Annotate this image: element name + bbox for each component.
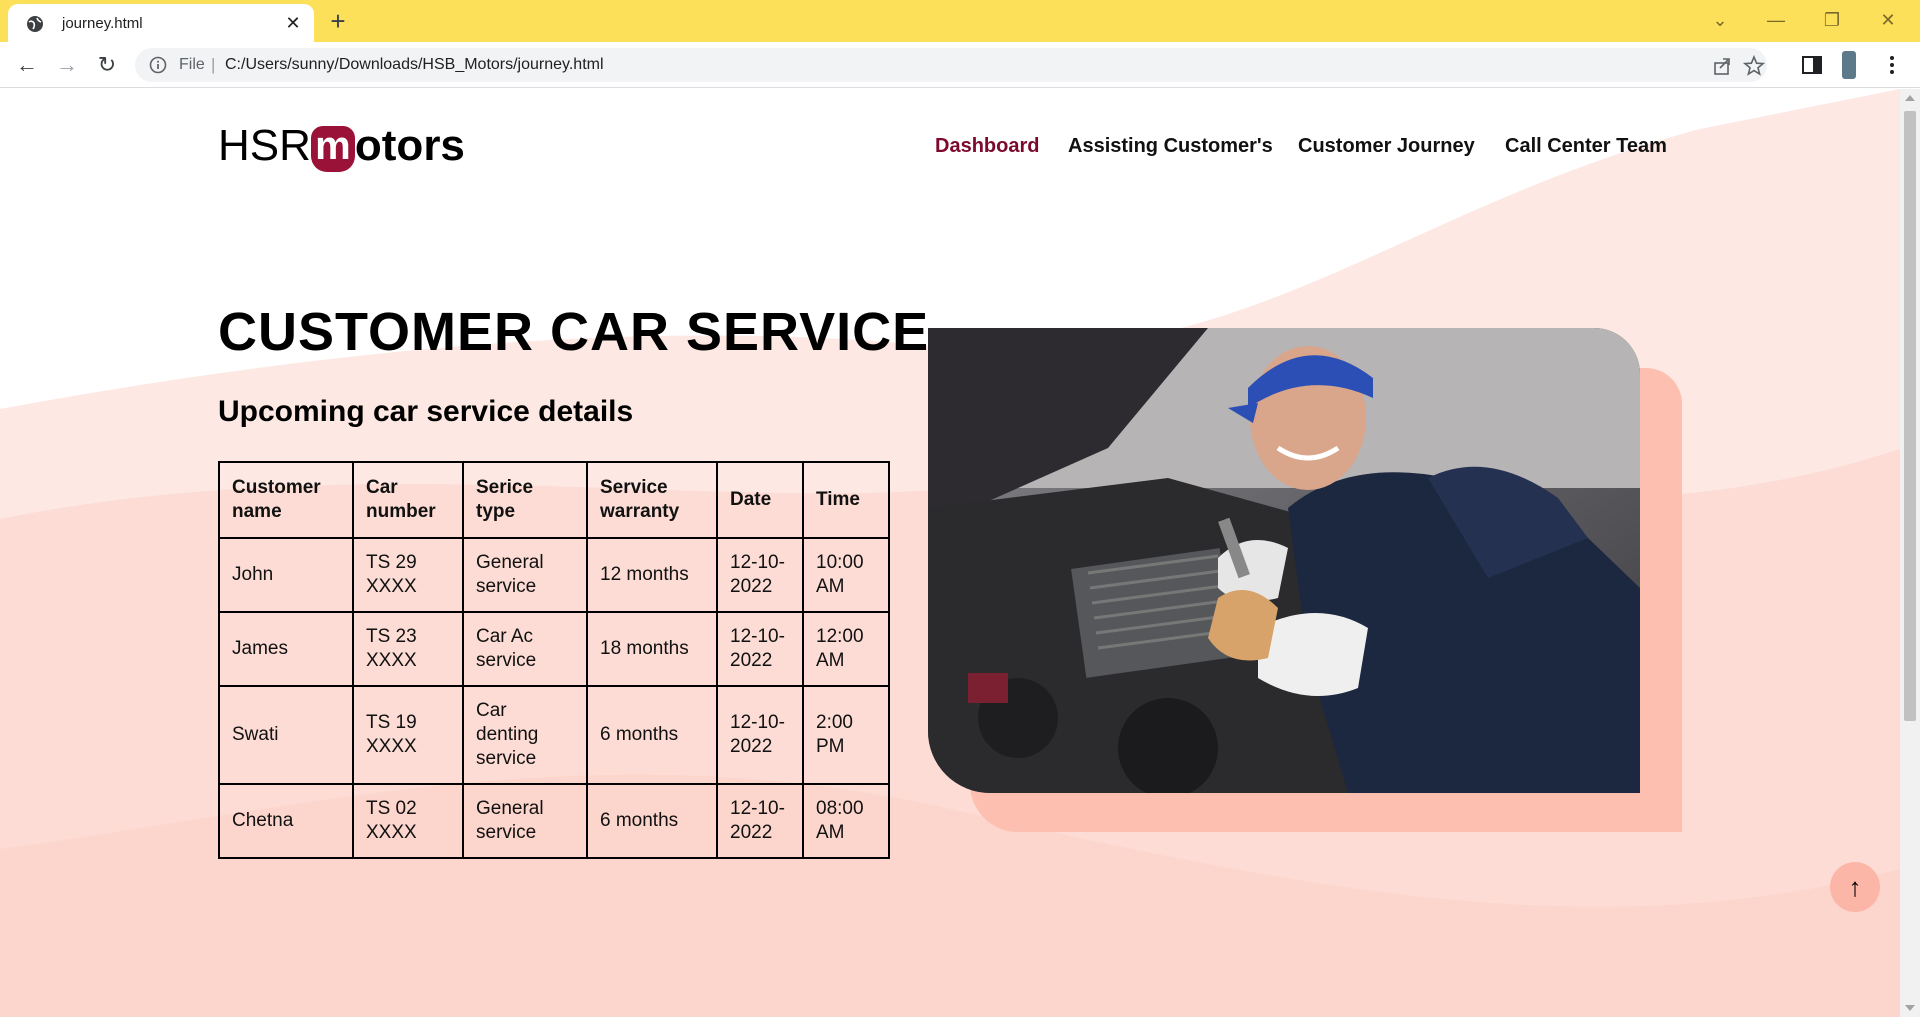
reload-button[interactable]: ↻	[92, 50, 122, 80]
logo-prefix: HSR	[218, 121, 311, 170]
service-table: Customer name Car number Serice type Ser…	[218, 461, 890, 859]
profile-avatar[interactable]	[1842, 51, 1856, 79]
cell-date: 12-10-2022	[716, 685, 804, 785]
page-title: CUSTOMER CAR SERVICE	[218, 302, 930, 362]
cell-service-type: General service	[462, 783, 588, 859]
hsr-motors-logo[interactable]: HSR motors	[218, 121, 465, 172]
cell-time: 2:00 PM	[802, 685, 890, 785]
close-tab-icon[interactable]: ✕	[282, 12, 304, 34]
arrow-up-icon: ↑	[1848, 872, 1862, 902]
cell-warranty: 18 months	[586, 611, 718, 687]
col-time: Time	[802, 461, 890, 539]
scroll-down-icon[interactable]	[1905, 1005, 1915, 1011]
cell-customer: Chetna	[218, 783, 354, 859]
cell-car-number: TS 23 XXXX	[352, 611, 464, 687]
col-service-type: Serice type	[462, 461, 588, 539]
cell-car-number: TS 19 XXXX	[352, 685, 464, 785]
browser-tab-strip: journey.html ✕ + ⌄ — ❐ ✕	[0, 0, 1920, 42]
url-text[interactable]: C:/Users/sunny/Downloads/HSB_Motors/jour…	[225, 56, 604, 74]
nav-call-center-team[interactable]: Call Center Team	[1505, 135, 1667, 158]
logo-mark: m	[310, 126, 355, 172]
url-scheme: File	[179, 56, 205, 73]
cell-warranty: 6 months	[586, 783, 718, 859]
cell-time: 12:00 AM	[802, 611, 890, 687]
table-row: James TS 23 XXXX Car Ac service 18 month…	[218, 611, 890, 687]
cell-date: 12-10-2022	[716, 611, 804, 687]
logo-suffix: otors	[354, 121, 465, 170]
cell-service-type: General service	[462, 537, 588, 613]
col-car-number: Car number	[352, 461, 464, 539]
minimize-button[interactable]: —	[1762, 7, 1790, 33]
nav-dashboard[interactable]: Dashboard	[935, 135, 1039, 158]
table-row: John TS 29 XXXX General service 12 month…	[218, 537, 890, 613]
forward-button[interactable]: →	[52, 50, 82, 80]
restore-button[interactable]: ❐	[1818, 7, 1846, 33]
page-viewport: HSR motors Dashboard Assisting Customer's…	[0, 89, 1900, 1017]
url-separator: |	[211, 55, 216, 74]
cell-time: 08:00 AM	[802, 783, 890, 859]
globe-icon	[27, 16, 43, 32]
browser-toolbar: ← → ↻ File | C:/Users/sunny/Downloads/HS…	[0, 42, 1920, 88]
info-icon[interactable]	[149, 56, 167, 74]
tab-title: journey.html	[62, 15, 143, 32]
window-close-button[interactable]: ✕	[1874, 7, 1902, 33]
mechanic-photo	[928, 328, 1640, 793]
kebab-menu-icon[interactable]	[1880, 53, 1904, 77]
col-service-warranty: Service warranty	[586, 461, 718, 539]
table-header-row: Customer name Car number Serice type Ser…	[218, 461, 890, 539]
cell-date: 12-10-2022	[716, 783, 804, 859]
nav-assisting-customers[interactable]: Assisting Customer's	[1068, 135, 1273, 158]
browser-tab[interactable]: journey.html ✕	[8, 4, 314, 42]
share-icon[interactable]	[1711, 55, 1733, 77]
cell-service-type: Car denting service	[462, 685, 588, 785]
page-scrollbar[interactable]	[1900, 89, 1920, 1017]
section-subtitle: Upcoming car service details	[218, 395, 634, 428]
back-button[interactable]: ←	[12, 50, 42, 80]
scrollbar-thumb[interactable]	[1904, 111, 1916, 721]
cell-warranty: 12 months	[586, 537, 718, 613]
mechanic-illustration	[928, 328, 1640, 793]
cell-customer: Swati	[218, 685, 354, 785]
cell-car-number: TS 02 XXXX	[352, 783, 464, 859]
star-icon[interactable]	[1743, 55, 1765, 77]
col-date: Date	[716, 461, 804, 539]
scroll-up-icon[interactable]	[1905, 95, 1915, 101]
tab-search-icon[interactable]: ⌄	[1706, 7, 1734, 33]
side-panel-icon[interactable]	[1800, 53, 1824, 77]
nav-customer-journey[interactable]: Customer Journey	[1298, 135, 1475, 158]
cell-warranty: 6 months	[586, 685, 718, 785]
cell-date: 12-10-2022	[716, 537, 804, 613]
table-row: Chetna TS 02 XXXX General service 6 mont…	[218, 783, 890, 859]
cell-customer: John	[218, 537, 354, 613]
back-to-top-button[interactable]: ↑	[1830, 862, 1880, 912]
cell-time: 10:00 AM	[802, 537, 890, 613]
address-bar[interactable]: File | C:/Users/sunny/Downloads/HSB_Moto…	[135, 48, 1767, 82]
new-tab-button[interactable]: +	[325, 8, 351, 34]
table-row: Swati TS 19 XXXX Car denting service 6 m…	[218, 685, 890, 785]
cell-service-type: Car Ac service	[462, 611, 588, 687]
cell-car-number: TS 29 XXXX	[352, 537, 464, 613]
col-customer-name: Customer name	[218, 461, 354, 539]
cell-customer: James	[218, 611, 354, 687]
